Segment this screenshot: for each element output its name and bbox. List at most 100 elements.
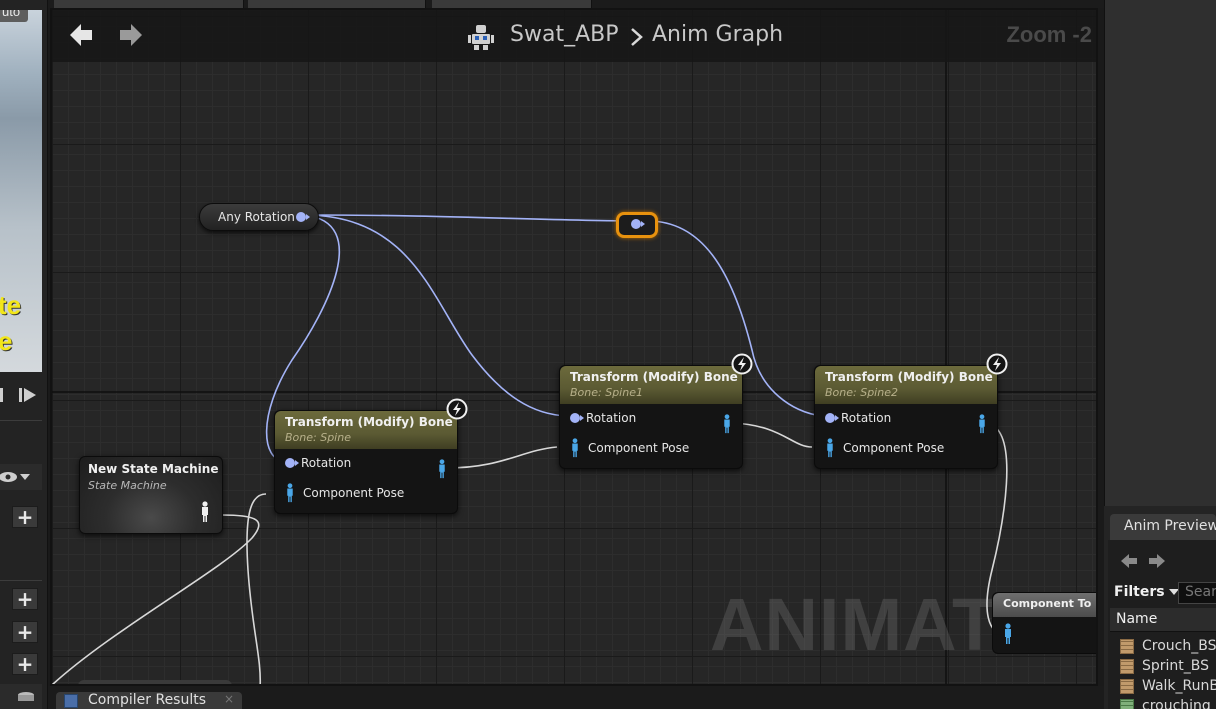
add-button[interactable]: + bbox=[12, 506, 38, 528]
back-arrow-icon[interactable] bbox=[68, 22, 94, 48]
add-button[interactable]: + bbox=[12, 653, 38, 675]
output-pin[interactable] bbox=[296, 212, 310, 222]
node-title: Transform (Modify) Bone bbox=[825, 370, 993, 384]
asset-name: crouching bbox=[1142, 698, 1211, 709]
asset-list-item[interactable]: Crouch_BS bbox=[1120, 636, 1216, 656]
transform-bone-node-spine[interactable]: Transform (Modify) Bone Bone: Spine Rota… bbox=[274, 410, 458, 514]
divider bbox=[0, 580, 42, 581]
reroute-node[interactable] bbox=[616, 212, 658, 238]
name-column-header[interactable]: Name bbox=[1110, 608, 1216, 632]
bottom-tab-bar: Compiler Results × bbox=[48, 686, 1104, 709]
rotation-input-pin[interactable]: Rotation bbox=[570, 408, 636, 428]
node-title: New State Machine bbox=[88, 462, 219, 476]
node-header: Transform (Modify) Bone Bone: Spine bbox=[275, 411, 457, 449]
node-title: Transform (Modify) Bone bbox=[570, 370, 738, 384]
blendspace-asset-icon bbox=[1120, 638, 1134, 654]
node-subtitle: Bone: Spine1 bbox=[570, 386, 643, 399]
filters-label: Filters bbox=[1114, 584, 1165, 600]
add-button[interactable]: + bbox=[12, 621, 38, 643]
component-to-local-node[interactable]: Component To L bbox=[992, 592, 1096, 654]
pin-label: Rotation bbox=[841, 411, 892, 425]
asset-search-input[interactable]: Searc bbox=[1178, 582, 1216, 604]
asset-list-item[interactable]: crouching bbox=[1120, 696, 1211, 709]
pin-label: Component Pose bbox=[303, 486, 405, 500]
any-rotation-variable-node[interactable]: Any Rotation bbox=[199, 203, 319, 231]
wire-pose bbox=[246, 493, 267, 684]
asset-browser: Filters Searc Name Crouch_BS Sprint_BS W… bbox=[1108, 540, 1216, 709]
component-pose-input-pin[interactable]: Component Pose bbox=[570, 438, 689, 458]
eye-visibility-icon[interactable] bbox=[0, 464, 42, 490]
node-header: Transform (Modify) Bone Bone: Spine1 bbox=[560, 366, 742, 404]
tab-anim-preview[interactable]: Anim Preview bbox=[1110, 514, 1216, 540]
fast-path-bolt-icon bbox=[446, 398, 468, 420]
animation-sequence-asset-icon bbox=[1120, 698, 1134, 709]
document-tab[interactable] bbox=[432, 0, 592, 8]
close-icon[interactable]: × bbox=[224, 692, 234, 706]
pose-pin-icon bbox=[827, 438, 833, 458]
rotation-input-pin[interactable]: Rotation bbox=[825, 408, 891, 428]
divider bbox=[0, 420, 42, 421]
transform-bone-node-spine2[interactable]: Transform (Modify) Bone Bone: Spine2 Rot… bbox=[814, 365, 998, 469]
document-tab[interactable] bbox=[54, 0, 244, 8]
wire-pose bbox=[731, 422, 813, 448]
play-step-icon[interactable] bbox=[0, 382, 42, 408]
asset-list-item[interactable]: Walk_RunB bbox=[1120, 676, 1216, 696]
fast-path-bolt-icon bbox=[731, 353, 753, 375]
pose-output-pin-icon[interactable] bbox=[437, 459, 447, 479]
layer-icon[interactable] bbox=[0, 684, 42, 709]
node-header: Transform (Modify) Bone Bone: Spine2 bbox=[815, 366, 997, 404]
forward-arrow-icon[interactable] bbox=[118, 22, 144, 48]
graph-breadcrumb-bar: Swat_ABP Anim Graph Zoom -2 bbox=[52, 10, 1096, 62]
filters-dropdown[interactable]: Filters bbox=[1114, 584, 1179, 600]
tab-label: Compiler Results bbox=[88, 692, 207, 708]
anim-graph-canvas[interactable]: ANIMATION Swat_ABP Anim Graph Zoom -2 An… bbox=[50, 8, 1098, 686]
zoom-level: Zoom -2 bbox=[1006, 22, 1092, 47]
pose-output-pin-icon[interactable] bbox=[977, 414, 987, 434]
back-arrow-icon[interactable] bbox=[1120, 552, 1138, 570]
asset-name: Walk_RunB bbox=[1142, 678, 1216, 694]
pose-output-pin-icon[interactable] bbox=[722, 414, 732, 434]
pin-dot-icon bbox=[570, 413, 584, 423]
document-tab[interactable] bbox=[248, 0, 426, 8]
breadcrumb-asset[interactable]: Swat_ABP bbox=[510, 22, 618, 47]
component-pose-input-pin[interactable]: Component Pose bbox=[285, 483, 404, 503]
reroute-pin[interactable] bbox=[631, 219, 645, 229]
tab-compiler-results[interactable]: Compiler Results × bbox=[56, 692, 242, 709]
viewport-mode-badge[interactable]: uto bbox=[0, 10, 28, 22]
transform-bone-node-spine1[interactable]: Transform (Modify) Bone Bone: Spine1 Rot… bbox=[559, 365, 743, 469]
pin-label: Component Pose bbox=[588, 441, 690, 455]
breadcrumb-graph[interactable]: Anim Graph bbox=[652, 22, 783, 47]
wire-pose bbox=[52, 514, 260, 684]
pose-output-pin-icon[interactable] bbox=[200, 501, 210, 523]
rotation-input-pin[interactable]: Rotation bbox=[285, 453, 351, 473]
left-panel: uto te e + + + + bbox=[0, 0, 48, 709]
anim-blueprint-editor: uto te e + + + + ANIMATION Swat_ABP Anim… bbox=[0, 0, 1216, 709]
component-pose-input-pin[interactable]: Component Pose bbox=[825, 438, 944, 458]
wire-rotation bbox=[303, 214, 633, 222]
asset-list-item[interactable]: Sprint_BS bbox=[1120, 656, 1209, 676]
viewport-overlay-text: e bbox=[0, 326, 13, 356]
graph-wires bbox=[52, 214, 1008, 684]
pin-label: Rotation bbox=[586, 411, 637, 425]
forward-arrow-icon[interactable] bbox=[1148, 552, 1166, 570]
node-title: Transform (Modify) Bone bbox=[285, 415, 453, 429]
details-panel bbox=[1104, 0, 1216, 506]
asset-name: Sprint_BS bbox=[1142, 658, 1210, 674]
pose-pin-icon[interactable] bbox=[1003, 623, 1013, 645]
anim-blueprint-icon bbox=[468, 25, 494, 50]
fast-path-bolt-icon bbox=[986, 353, 1008, 375]
blendspace-asset-icon bbox=[1120, 658, 1134, 674]
wire-rotation bbox=[303, 214, 569, 417]
compiler-results-icon bbox=[64, 694, 78, 708]
viewport-preview[interactable]: uto te e bbox=[0, 10, 42, 372]
node-subtitle: Bone: Spine2 bbox=[825, 386, 898, 399]
wire-pose bbox=[446, 446, 558, 469]
viewport-overlay-text: te bbox=[0, 290, 22, 320]
add-button[interactable]: + bbox=[12, 588, 38, 610]
variable-label: Any Rotation bbox=[218, 210, 295, 224]
pose-pin-icon bbox=[572, 438, 578, 458]
node-title: Component To L bbox=[993, 593, 1096, 617]
state-machine-node[interactable]: New State Machine State Machine bbox=[79, 456, 223, 534]
pin-label: Rotation bbox=[301, 456, 352, 470]
right-panel: Anim Preview Filters Searc Name Crouch_B… bbox=[1104, 0, 1216, 709]
